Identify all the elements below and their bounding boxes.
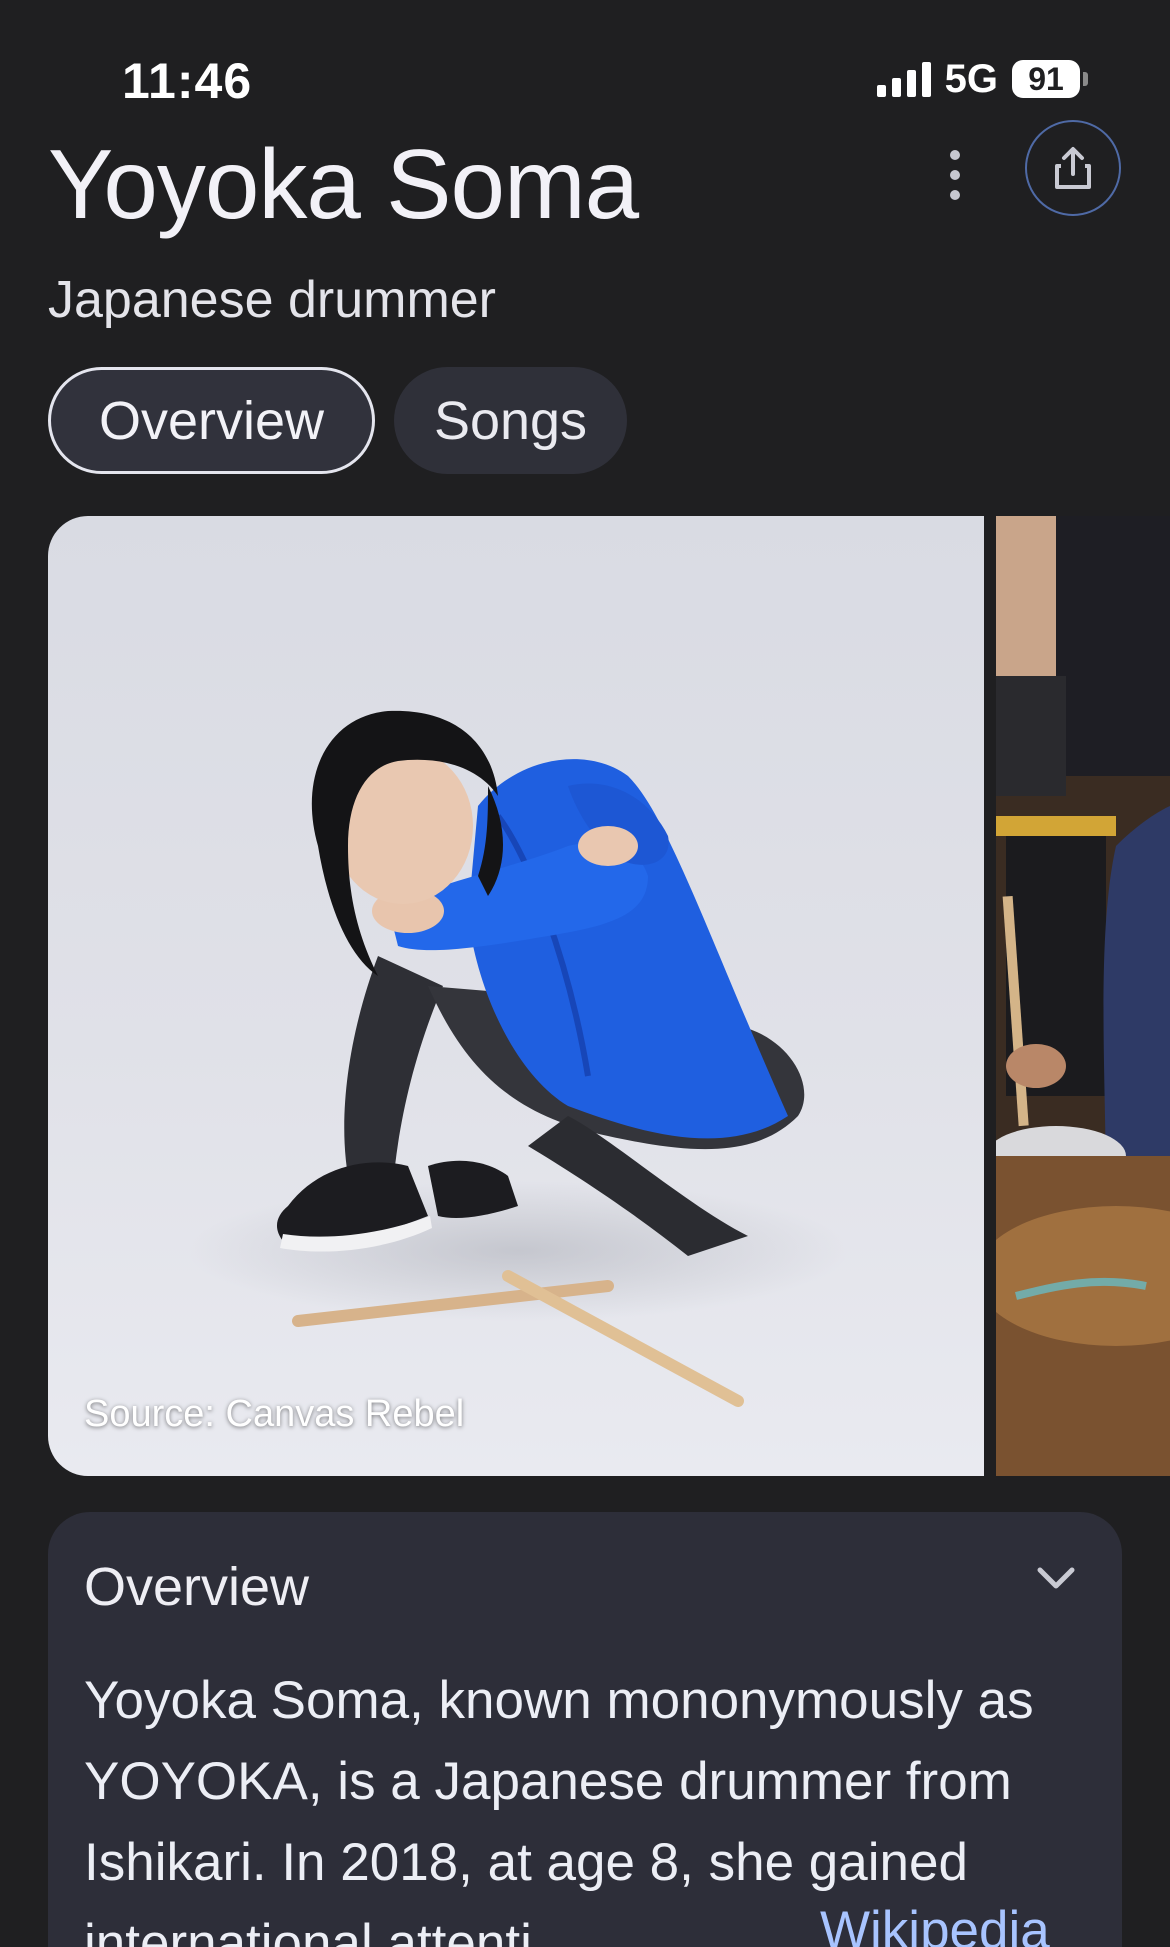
status-indicators: 5G 91 <box>876 56 1088 102</box>
overview-heading: Overview <box>84 1557 310 1617</box>
main-photo[interactable]: Source: Canvas Rebel <box>48 516 984 1476</box>
chevron-down-icon[interactable] <box>1034 1562 1078 1592</box>
page-subtitle: Japanese drummer <box>48 271 496 329</box>
network-label: 5G <box>944 56 998 101</box>
secondary-photo[interactable] <box>996 516 1170 1476</box>
more-vertical-icon[interactable] <box>940 150 970 200</box>
battery-level: 91 <box>1012 60 1080 98</box>
share-button[interactable] <box>1025 120 1121 216</box>
overview-card: Overview Yoyoka Soma, known mononymously… <box>48 1512 1122 1947</box>
knowledge-panel-page: 11:46 5G 91 Yoyoka Soma Japanese drummer… <box>0 0 1170 1947</box>
drummer-photo-illustration <box>188 710 848 1407</box>
signal-icon <box>876 61 931 97</box>
status-time: 11:46 <box>122 53 253 109</box>
share-icon <box>1055 147 1091 189</box>
battery-icon: 91 <box>1012 60 1088 98</box>
photo-source-caption: Source: Canvas Rebel <box>84 1393 465 1435</box>
wikipedia-link[interactable]: Wikipedia <box>780 1900 1050 1947</box>
tab-overview[interactable]: Overview <box>48 367 375 474</box>
drummer-performance-illustration <box>996 516 1170 1476</box>
page-title: Yoyoka Soma <box>48 129 639 239</box>
tab-songs[interactable]: Songs <box>394 367 627 474</box>
